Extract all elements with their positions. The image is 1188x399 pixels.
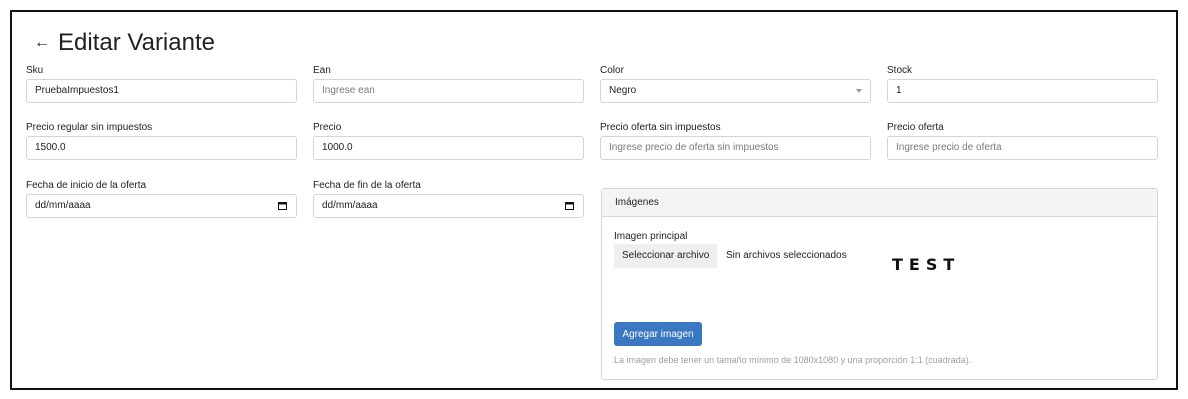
offer-start-date-field: Fecha de inicio de la oferta dd/mm/aaaa [26, 180, 297, 218]
arrow-left-icon[interactable]: ← [34, 35, 54, 51]
price-field: Precio 1000.0 [313, 122, 584, 160]
regular-price-label: Precio regular sin impuestos [26, 122, 153, 133]
color-select[interactable]: Negro [600, 79, 871, 103]
calendar-icon[interactable] [565, 202, 574, 210]
add-image-button[interactable]: Agregar imagen [614, 322, 702, 346]
offer-price-label: Precio oferta [887, 122, 944, 133]
stock-field: Stock 1 [887, 65, 1158, 103]
sku-input[interactable]: PruebaImpuestos1 [26, 79, 297, 103]
offer-start-date-value: dd/mm/aaaa [35, 200, 91, 211]
file-status-text: Sin archivos seleccionados [726, 250, 847, 261]
sku-field: Sku PruebaImpuestos1 [26, 65, 297, 103]
offer-start-date-label: Fecha de inicio de la oferta [26, 180, 147, 191]
offer-price-no-tax-input[interactable]: Ingrese precio de oferta sin impuestos [600, 136, 871, 160]
price-input[interactable]: 1000.0 [313, 136, 584, 160]
regular-price-input[interactable]: 1500.0 [26, 136, 297, 160]
ean-input[interactable]: Ingrese ean [313, 79, 584, 103]
offer-price-no-tax-label: Precio oferta sin impuestos [600, 122, 721, 133]
ean-label: Ean [313, 65, 331, 76]
price-label: Precio [313, 122, 342, 133]
sku-label: Sku [26, 65, 44, 76]
image-help-text: La imagen debe tener un tamaño mínimo de… [614, 355, 972, 365]
stock-label: Stock [887, 65, 913, 76]
regular-price-field: Precio regular sin impuestos 1500.0 [26, 122, 297, 160]
offer-end-date-input[interactable]: dd/mm/aaaa [313, 194, 584, 218]
images-card: Imágenes Imagen principal Seleccionar ar… [601, 188, 1158, 380]
main-image-label: Imagen principal [614, 231, 688, 242]
color-selected-value: Negro [609, 85, 637, 96]
page-header: ← Editar Variante [34, 29, 215, 57]
offer-price-no-tax-field: Precio oferta sin impuestos Ingrese prec… [600, 122, 871, 160]
offer-price-input[interactable]: Ingrese precio de oferta [887, 136, 1158, 160]
chevron-down-icon [856, 89, 862, 93]
color-label: Color [600, 65, 624, 76]
offer-price-field: Precio oferta Ingrese precio de oferta [887, 122, 1158, 160]
offer-end-date-label: Fecha de fin de la oferta [313, 180, 421, 191]
stock-input[interactable]: 1 [887, 79, 1158, 103]
offer-end-date-field: Fecha de fin de la oferta dd/mm/aaaa [313, 180, 584, 218]
image-preview: TEST [892, 255, 961, 274]
page-title: Editar Variante [58, 29, 215, 56]
offer-start-date-input[interactable]: dd/mm/aaaa [26, 194, 297, 218]
select-file-button[interactable]: Seleccionar archivo [614, 244, 718, 268]
ean-field: Ean Ingrese ean [313, 65, 584, 103]
offer-end-date-value: dd/mm/aaaa [322, 200, 378, 211]
images-card-header: Imágenes [602, 189, 1157, 217]
color-field: Color Negro [600, 65, 871, 103]
calendar-icon[interactable] [278, 202, 287, 210]
